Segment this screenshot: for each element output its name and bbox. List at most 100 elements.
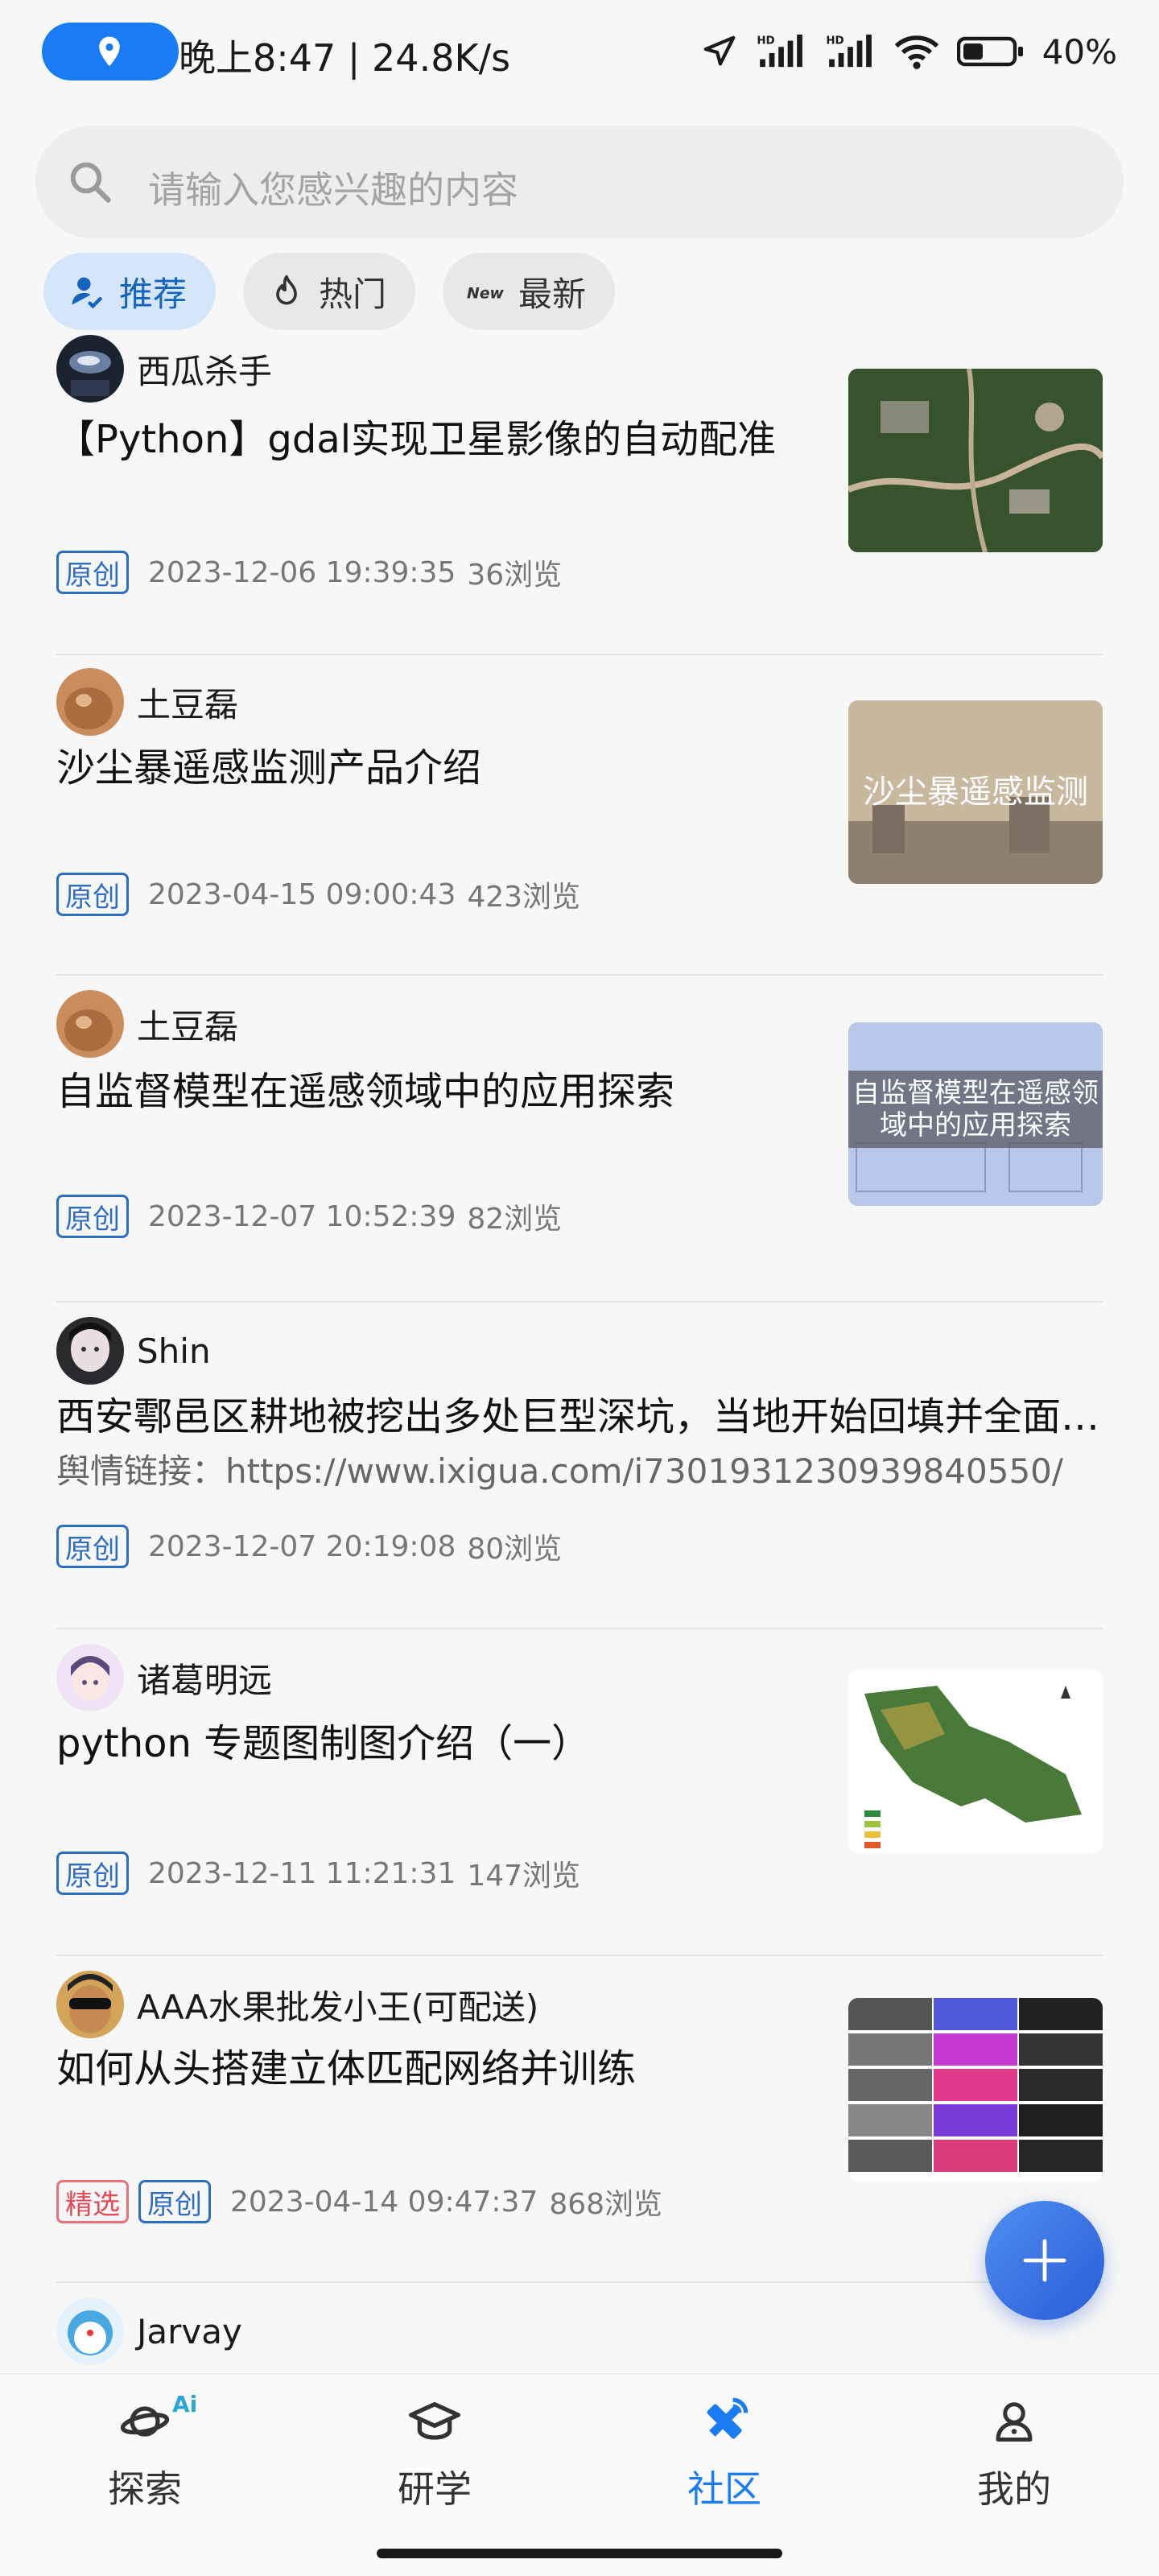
- bottom-nav: Ai 探索 研学 社区 我的: [0, 2373, 1159, 2576]
- satellite-icon: [692, 2391, 757, 2452]
- post-card[interactable]: 诸葛明远 python 专题图制图介绍（一） 原创 2023-12-11 11:…: [56, 1629, 1103, 1956]
- nav-study[interactable]: 研学: [354, 2391, 515, 2520]
- post-excerpt: 舆情链接：https://www.ixigua.com/i73019312309…: [56, 1451, 1064, 1491]
- tab-label: 推荐: [119, 274, 188, 314]
- post-card[interactable]: Shin 西安鄠邑区耕地被挖出多处巨型深坑，当地开始回填并全面整改 舆情链接：h…: [56, 1302, 1103, 1629]
- thumbnail-caption: 沙尘暴遥感监测: [863, 774, 1088, 811]
- author-name: 诸葛明远: [137, 1660, 273, 1700]
- planet-icon: Ai: [113, 2391, 197, 2452]
- post-views: 80浏览: [467, 1533, 563, 1566]
- post-author[interactable]: 西瓜杀手: [56, 335, 272, 402]
- nav-mine[interactable]: 我的: [934, 2391, 1095, 2520]
- post-date: 2023-12-07 10:52:39: [148, 1199, 456, 1233]
- avatar: [56, 990, 124, 1058]
- original-badge: 原创: [138, 2180, 211, 2223]
- svg-text:HD: HD: [826, 35, 843, 47]
- author-name: 西瓜杀手: [137, 351, 273, 391]
- post-thumbnail[interactable]: [848, 369, 1103, 552]
- post-date: 2023-12-06 19:39:35: [148, 555, 456, 589]
- tab-hot[interactable]: 热门: [243, 253, 416, 330]
- post-author[interactable]: 诸葛明远: [56, 1644, 272, 1711]
- avatar: [56, 1971, 124, 2038]
- nav-label: 社区: [687, 2467, 761, 2511]
- post-title[interactable]: python 专题图制图介绍（一）: [56, 1711, 813, 1768]
- author-name: 土豆磊: [137, 684, 239, 724]
- avatar: [56, 2297, 124, 2365]
- post-author[interactable]: Jarvay: [56, 2297, 242, 2365]
- post-date: 2023-12-11 11:21:31: [148, 1856, 456, 1890]
- location-pin-icon: [99, 36, 120, 67]
- tab-newest[interactable]: New 最新: [443, 253, 616, 330]
- post-meta: 原创 2023-12-07 20:19:08 80浏览: [56, 1525, 562, 1568]
- post-author[interactable]: 土豆磊: [56, 990, 238, 1058]
- post-date: 2023-12-07 20:19:08: [148, 1530, 456, 1563]
- location-indicator[interactable]: [42, 23, 179, 80]
- post-card[interactable]: 土豆磊 沙尘暴遥感监测产品介绍 沙尘暴遥感监测 原创 2023-04-15 09…: [56, 649, 1103, 976]
- plus-icon: [1023, 2239, 1066, 2282]
- post-card[interactable]: 土豆磊 自监督模型在遥感领域中的应用探索 自监督模型在遥感领域中的应用探索 原创…: [56, 976, 1103, 1302]
- status-time: 晚上8:47 | 24.8K/s: [179, 36, 511, 80]
- post-thumbnail[interactable]: 沙尘暴遥感监测: [848, 700, 1103, 884]
- svg-text:New: New: [467, 286, 505, 303]
- nav-community[interactable]: 社区: [644, 2391, 805, 2520]
- original-badge: 原创: [56, 551, 129, 594]
- post-title[interactable]: 【Python】gdal实现卫星影像的自动配准: [56, 407, 813, 464]
- nav-explore[interactable]: Ai 探索: [64, 2391, 225, 2520]
- status-bar: 晚上8:47 | 24.8K/s HD HD 40%: [0, 0, 1159, 105]
- new-badge-icon: New: [467, 272, 505, 311]
- post-views: 868浏览: [549, 2188, 663, 2221]
- status-icons: HD HD 40%: [701, 29, 1117, 74]
- nav-label: 研学: [398, 2467, 472, 2511]
- post-card[interactable]: 西瓜杀手 【Python】gdal实现卫星影像的自动配准 原创 2023-12-…: [56, 328, 1103, 655]
- wifi-icon: [894, 35, 938, 69]
- post-views: 147浏览: [467, 1860, 581, 1893]
- post-feed[interactable]: 西瓜杀手 【Python】gdal实现卫星影像的自动配准 原创 2023-12-…: [0, 328, 1159, 2373]
- tab-label: 最新: [518, 274, 587, 314]
- post-thumbnail[interactable]: [848, 1670, 1103, 1853]
- battery-percent: 40%: [1041, 31, 1117, 72]
- tab-label: 热门: [319, 274, 387, 314]
- post-meta: 原创 2023-12-07 10:52:39 82浏览: [56, 1195, 562, 1238]
- post-title[interactable]: 如何从头搭建立体匹配网络并训练: [56, 2037, 813, 2093]
- original-badge: 原创: [56, 1525, 129, 1568]
- navigation-arrow-icon: [703, 35, 735, 66]
- post-meta: 精选 原创 2023-04-14 09:47:37 868浏览: [56, 2180, 662, 2223]
- nav-label: 探索: [108, 2467, 182, 2511]
- search-placeholder: 请输入您感兴趣的内容: [148, 168, 518, 212]
- battery-icon: [956, 36, 1023, 67]
- post-date: 2023-04-15 09:00:43: [148, 877, 456, 911]
- post-meta: 原创 2023-04-15 09:00:43 423浏览: [56, 873, 580, 916]
- ai-badge: Ai: [172, 2391, 198, 2417]
- search-icon: [70, 162, 111, 203]
- post-thumbnail[interactable]: 自监督模型在遥感领域中的应用探索: [848, 1022, 1103, 1206]
- original-badge: 原创: [56, 873, 129, 916]
- avatar: [56, 335, 124, 402]
- create-post-button[interactable]: [985, 2201, 1104, 2320]
- post-meta: 原创 2023-12-11 11:21:31 147浏览: [56, 1852, 580, 1895]
- post-thumbnail[interactable]: [848, 1998, 1103, 2182]
- graduation-cap-icon: [402, 2391, 467, 2452]
- post-card[interactable]: AAA水果批发小王(可配送) 如何从头搭建立体匹配网络并训练 精选 原创 202…: [56, 1956, 1103, 2283]
- post-views: 423浏览: [467, 881, 581, 914]
- home-indicator[interactable]: [377, 2549, 782, 2558]
- flame-icon: [267, 272, 306, 311]
- post-views: 36浏览: [467, 559, 563, 592]
- search-bar[interactable]: 请输入您感兴趣的内容: [35, 126, 1124, 238]
- post-author[interactable]: 土豆磊: [56, 668, 238, 736]
- post-title[interactable]: 西安鄠邑区耕地被挖出多处巨型深坑，当地开始回填并全面整改: [56, 1385, 1103, 1441]
- post-title[interactable]: 沙尘暴遥感监测产品介绍: [56, 736, 813, 792]
- post-author[interactable]: Shin: [56, 1317, 211, 1385]
- signal-hd-icon: HD: [757, 34, 802, 68]
- author-name: AAA水果批发小王(可配送): [137, 1987, 539, 2027]
- user-recommend-icon: [68, 272, 106, 311]
- post-author[interactable]: AAA水果批发小王(可配送): [56, 1971, 538, 2038]
- post-card[interactable]: Jarvay: [56, 2283, 1103, 2373]
- tab-recommend[interactable]: 推荐: [43, 253, 217, 330]
- featured-badge: 精选: [56, 2180, 129, 2223]
- user-icon: [982, 2391, 1046, 2452]
- post-date: 2023-04-14 09:47:37: [230, 2185, 538, 2219]
- author-name: Shin: [137, 1331, 211, 1371]
- avatar: [56, 1644, 124, 1711]
- avatar: [56, 668, 124, 736]
- post-title[interactable]: 自监督模型在遥感领域中的应用探索: [56, 1059, 813, 1116]
